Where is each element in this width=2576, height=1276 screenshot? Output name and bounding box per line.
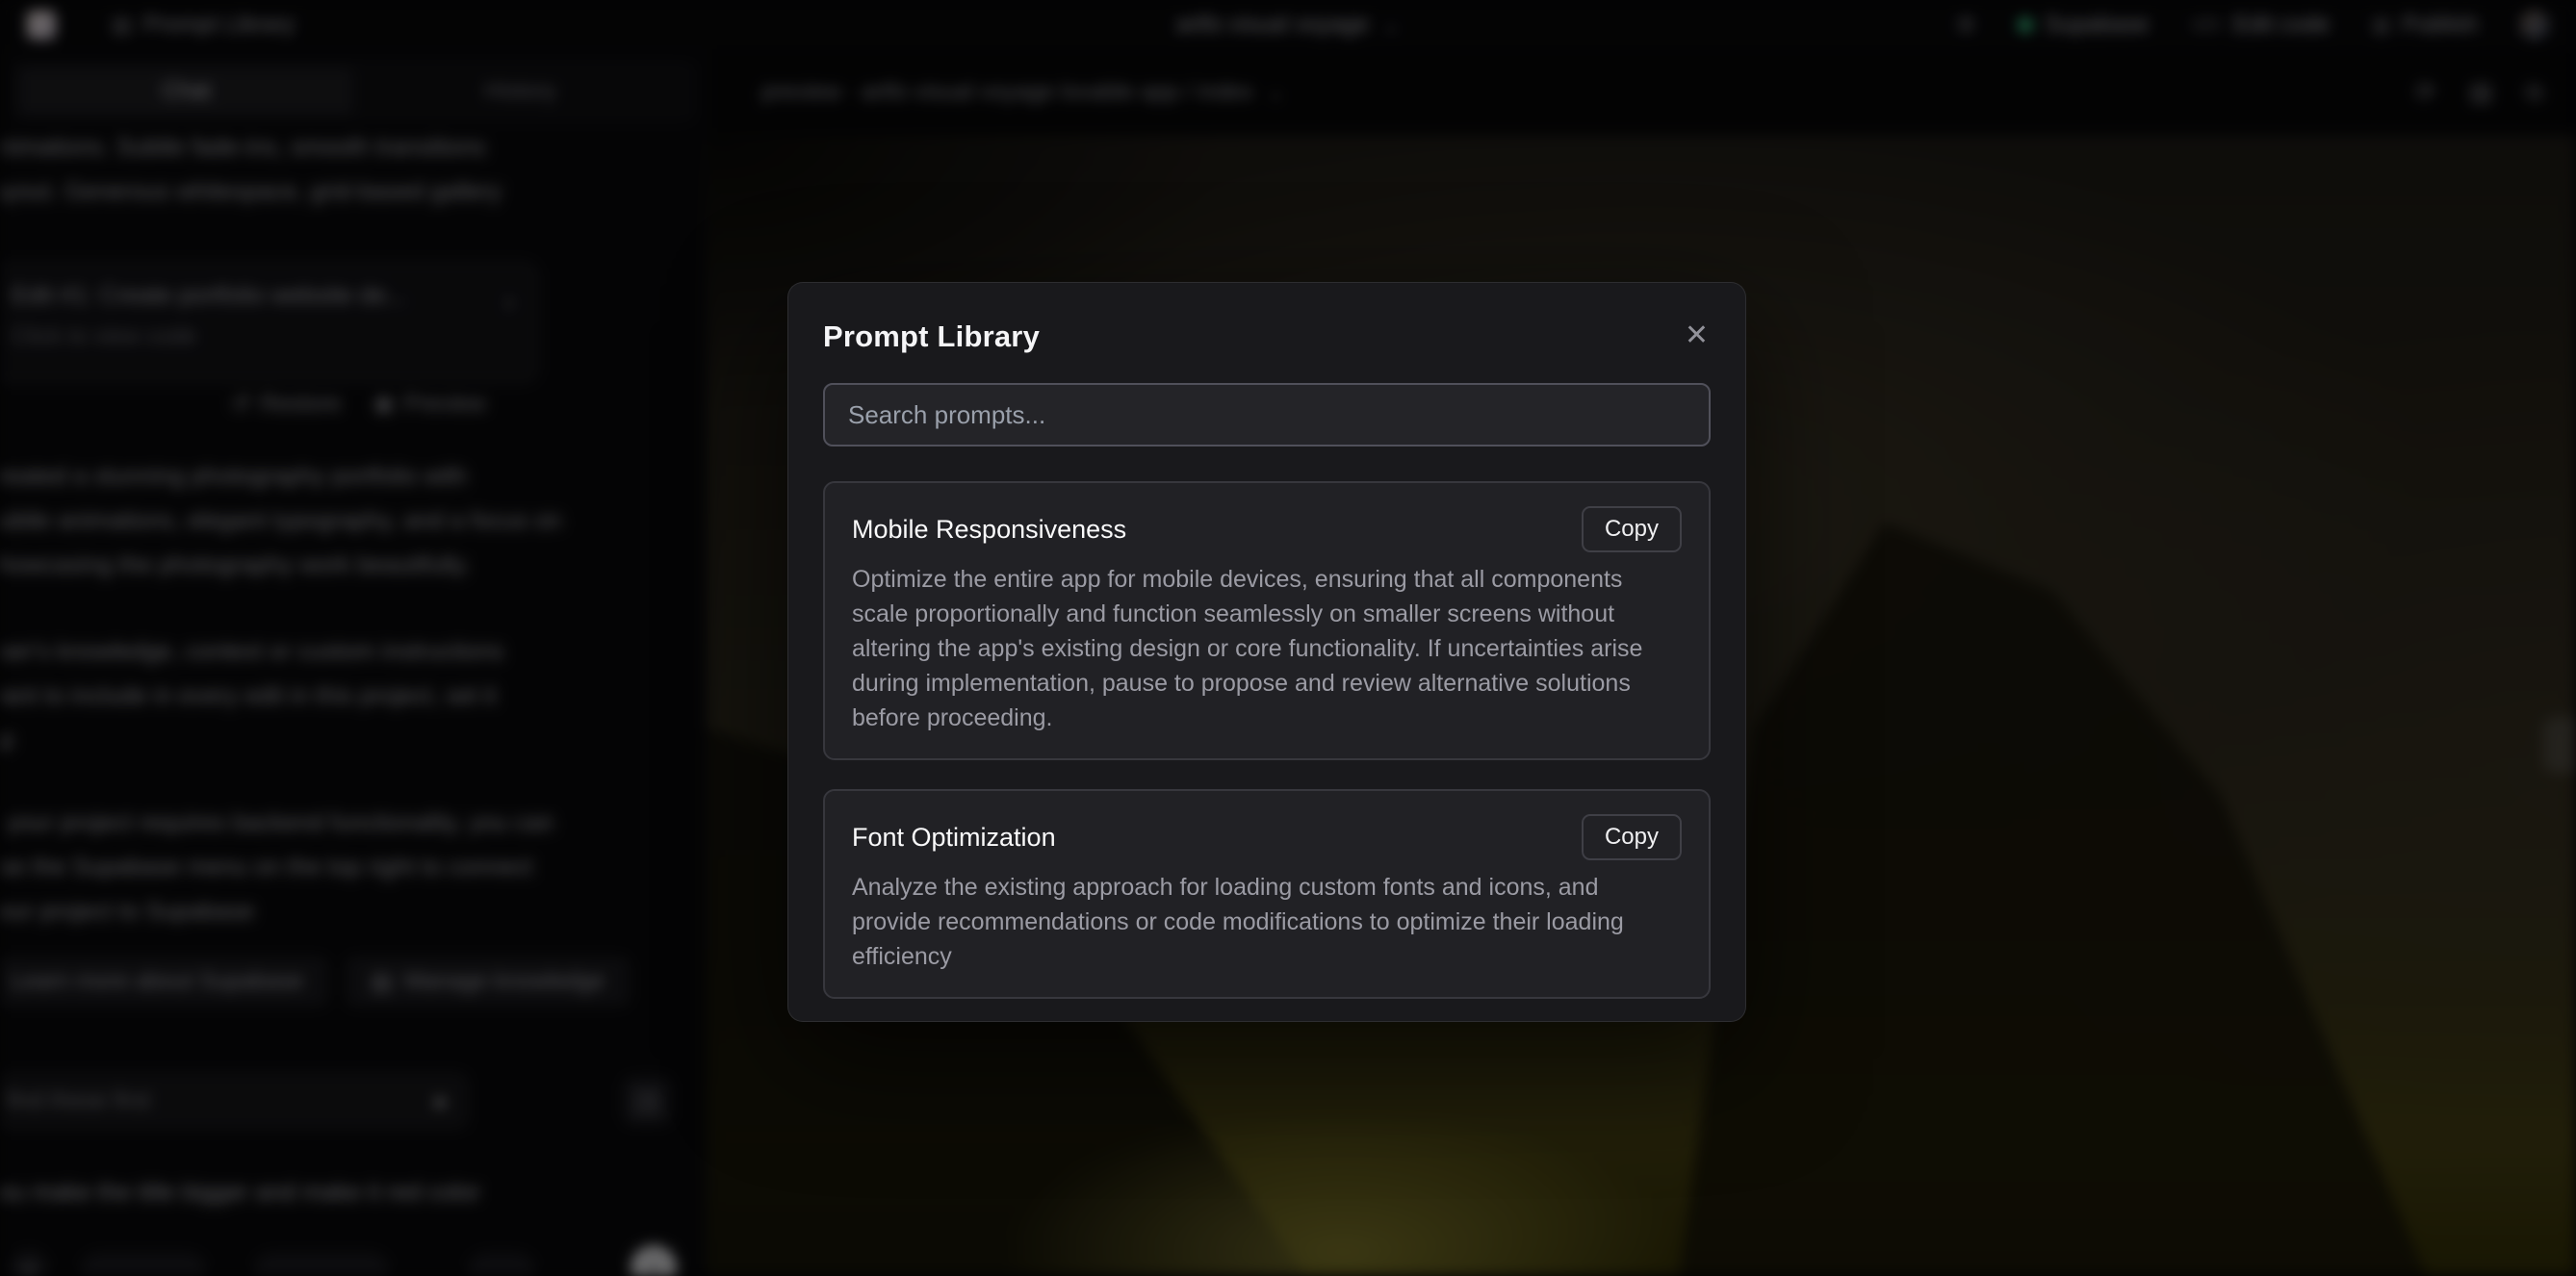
- close-icon[interactable]: ✕: [1683, 319, 1711, 352]
- search-input[interactable]: [823, 383, 1711, 447]
- copy-button[interactable]: Copy: [1582, 814, 1682, 860]
- prompt-card: Font Optimization Copy Analyze the exist…: [823, 789, 1711, 999]
- prompt-card: Mobile Responsiveness Copy Optimize the …: [823, 481, 1711, 760]
- prompt-list: Mobile Responsiveness Copy Optimize the …: [823, 481, 1711, 1022]
- prompt-card-header: Font Optimization Copy: [852, 814, 1682, 860]
- screen: ▤ Prompt Library artfo visual voyage ⌄ ⚙…: [0, 0, 2576, 1276]
- prompt-card-header: Mobile Responsiveness Copy: [852, 506, 1682, 552]
- prompt-title: Font Optimization: [852, 823, 1056, 853]
- prompt-description: Optimize the entire app for mobile devic…: [852, 562, 1682, 735]
- copy-button[interactable]: Copy: [1582, 506, 1682, 552]
- dialog-title: Prompt Library: [823, 319, 1040, 354]
- dialog-header: Prompt Library ✕: [823, 319, 1711, 354]
- prompt-library-dialog: Prompt Library ✕ Mobile Responsiveness C…: [787, 282, 1746, 1022]
- prompt-title: Mobile Responsiveness: [852, 515, 1126, 545]
- prompt-description: Analyze the existing approach for loadin…: [852, 870, 1682, 974]
